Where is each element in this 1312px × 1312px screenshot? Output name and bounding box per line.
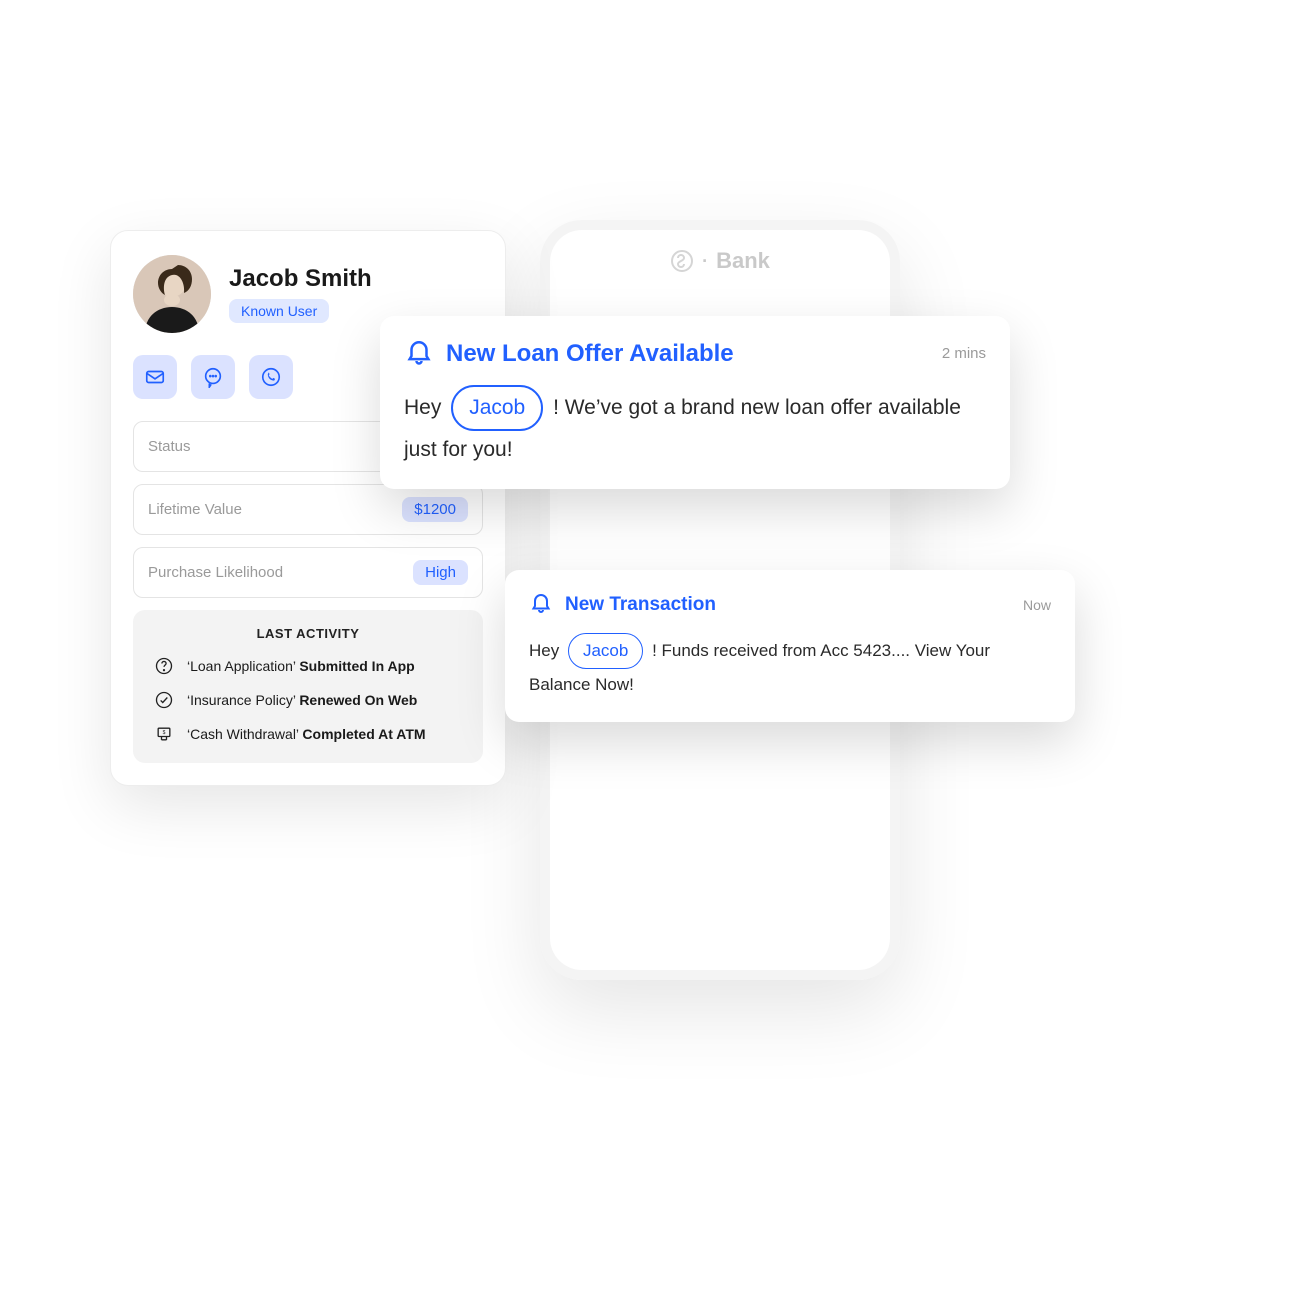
chat-button[interactable]	[191, 355, 235, 399]
notification-body: Hey Jacob ! We’ve got a brand new loan o…	[404, 385, 986, 469]
bank-logo-icon	[670, 249, 694, 273]
svg-text:$: $	[163, 730, 166, 736]
mention-chip: Jacob	[451, 385, 543, 431]
stat-value: $1200	[402, 497, 468, 522]
atm-icon: $	[153, 723, 175, 745]
stat-label: Purchase Likelihood	[148, 564, 283, 581]
notification-title: New Transaction	[565, 594, 716, 616]
notification-title: New Loan Offer Available	[446, 340, 734, 368]
stat-label: Status	[148, 438, 191, 455]
bell-icon	[529, 590, 553, 619]
last-activity-panel: LAST ACTIVITY ‘Loan Application’ Submitt…	[133, 610, 483, 763]
stat-ltv: Lifetime Value $1200	[133, 484, 483, 535]
user-badge: Known User	[229, 299, 329, 323]
last-activity-title: LAST ACTIVITY	[153, 626, 463, 641]
avatar	[133, 255, 211, 333]
email-icon	[144, 366, 166, 388]
stat-purchase-likelihood: Purchase Likelihood High	[133, 547, 483, 598]
whatsapp-button[interactable]	[249, 355, 293, 399]
stat-value: High	[413, 560, 468, 585]
notification-transaction[interactable]: New Transaction Now Hey Jacob ! Funds re…	[505, 570, 1075, 722]
activity-item: ‘Loan Application’ Submitted In App	[153, 655, 463, 677]
notification-loan-offer[interactable]: New Loan Offer Available 2 mins Hey Jaco…	[380, 316, 1010, 489]
stat-label: Lifetime Value	[148, 501, 242, 518]
mention-chip: Jacob	[568, 633, 643, 669]
email-button[interactable]	[133, 355, 177, 399]
profile-name: Jacob Smith	[229, 265, 372, 293]
chat-icon	[202, 366, 224, 388]
notification-time: 2 mins	[942, 345, 986, 362]
notification-time: Now	[1023, 597, 1051, 613]
bell-icon	[404, 336, 434, 371]
activity-item: ‘Insurance Policy’ Renewed On Web	[153, 689, 463, 711]
profile-card: Jacob Smith Known User Status L Lifetime…	[110, 230, 506, 786]
question-icon	[153, 655, 175, 677]
phone-brand: · Bank	[540, 248, 900, 274]
whatsapp-icon	[260, 366, 282, 388]
notification-body: Hey Jacob ! Funds received from Acc 5423…	[529, 633, 1051, 702]
phone-brand-label: Bank	[716, 248, 770, 274]
check-icon	[153, 689, 175, 711]
activity-item: $ ‘Cash Withdrawal’ Completed At ATM	[153, 723, 463, 745]
